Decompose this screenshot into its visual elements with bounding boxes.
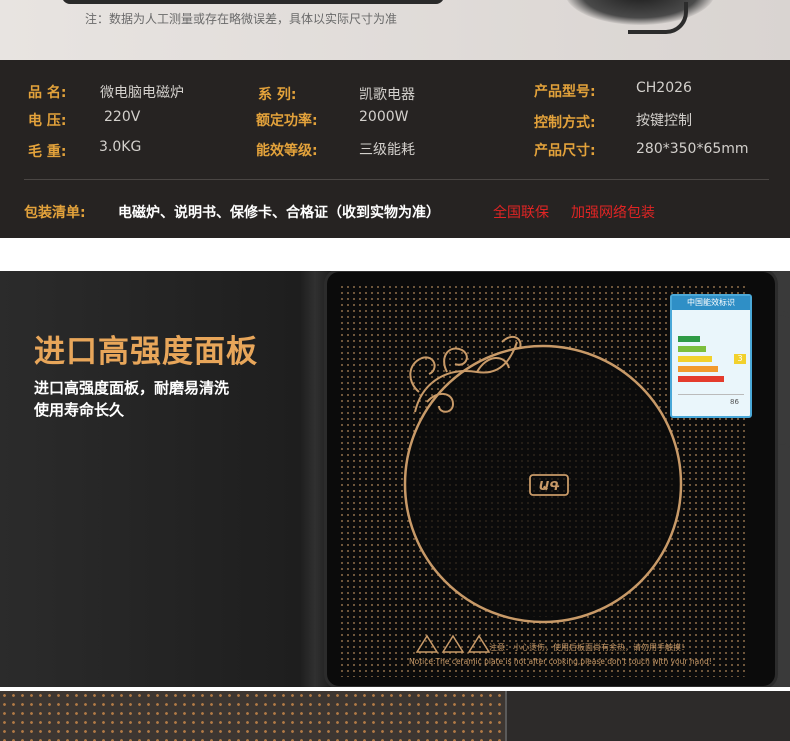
energy-bar-3 xyxy=(678,356,712,362)
spec-label-model: 产品型号: xyxy=(534,84,596,100)
feature-title: 进口高强度面板 xyxy=(34,334,258,370)
energy-grade: 3 xyxy=(734,354,746,364)
spec-label-efficiency: 能效等级: xyxy=(256,143,318,159)
measurement-note: 注：数据为人工测量或存在略微误差，具体以实际尺寸为准 xyxy=(85,12,398,26)
light-glare xyxy=(300,271,330,687)
energy-bar-1 xyxy=(678,336,700,342)
energy-bar-5 xyxy=(678,376,724,382)
spec-label-weight: 毛 重: xyxy=(28,144,67,160)
spec-value-size: 280*350*65mm xyxy=(636,141,749,157)
spec-value-control: 按键控制 xyxy=(636,113,692,129)
spec-divider xyxy=(24,179,769,180)
dotted-plate-closeup xyxy=(0,691,505,741)
cooker-edge xyxy=(62,0,444,4)
spec-value-series: 凯歌电器 xyxy=(359,87,415,103)
packing-items: 电磁炉、说明书、保修卡、合格证（收到实物为准） xyxy=(118,205,440,221)
spec-label-product-name: 品 名: xyxy=(28,85,67,101)
spec-label-voltage: 电 压: xyxy=(28,113,67,129)
energy-bar-2 xyxy=(678,346,706,352)
package-text: 加强网络包装 xyxy=(571,205,655,221)
section-separator xyxy=(505,691,507,741)
feature-desc-line-1: 进口高强度面板，耐磨易清洗 xyxy=(34,379,230,397)
energy-label-value: 86 xyxy=(730,398,739,406)
energy-label-title: 中国能效标识 xyxy=(672,296,750,310)
spec-label-control: 控制方式: xyxy=(534,115,596,131)
product-image-top: 注：数据为人工测量或存在略微误差，具体以实际尺寸为准 xyxy=(0,0,790,60)
plate-warning-text-en: Notice:The ceramic plate is hot after co… xyxy=(409,657,712,666)
warranty-text: 全国联保 xyxy=(493,205,549,221)
panel-feature-section: 进口高强度面板 进口高强度面板，耐磨易清洗 使用寿命长久 ԱԳ 注意：小心烫伤，… xyxy=(0,271,790,687)
energy-label-divider xyxy=(678,394,744,395)
next-section-preview xyxy=(0,691,790,741)
power-cord-right xyxy=(779,311,790,449)
power-cord xyxy=(628,2,688,34)
feature-description: 进口高强度面板，耐磨易清洗 使用寿命长久 xyxy=(34,377,229,421)
spec-label-size: 产品尺寸: xyxy=(534,143,596,159)
spec-value-efficiency: 三级能耗 xyxy=(359,142,415,158)
feature-desc-line-2: 使用寿命长久 xyxy=(34,401,125,419)
spec-value-weight: 3.0KG xyxy=(99,139,142,155)
packing-label: 包装清单: xyxy=(24,205,86,221)
energy-bar-4 xyxy=(678,366,718,372)
spec-value-model: CH2026 xyxy=(636,80,692,96)
ceramic-plate: ԱԳ 注意：小心烫伤，使用后板面尚有余热，请勿用手触摸！ Notice:The … xyxy=(327,272,775,686)
spec-label-power: 额定功率: xyxy=(256,113,318,129)
plate-warning-text: 注意：小心烫伤，使用后板面尚有余热，请勿用手触摸！ xyxy=(489,642,689,652)
energy-efficiency-label: 中国能效标识 3 86 xyxy=(670,294,752,418)
spec-value-voltage: 220V xyxy=(104,109,141,125)
spec-label-series: 系 列: xyxy=(258,87,297,103)
spec-value-power: 2000W xyxy=(359,109,409,125)
spec-table: 品 名: 微电脑电磁炉 电 压: 220V 毛 重: 3.0KG 系 列: 凯歌… xyxy=(0,60,790,238)
svg-text:ԱԳ: ԱԳ xyxy=(539,479,560,493)
spec-value-product-name: 微电脑电磁炉 xyxy=(100,85,184,101)
